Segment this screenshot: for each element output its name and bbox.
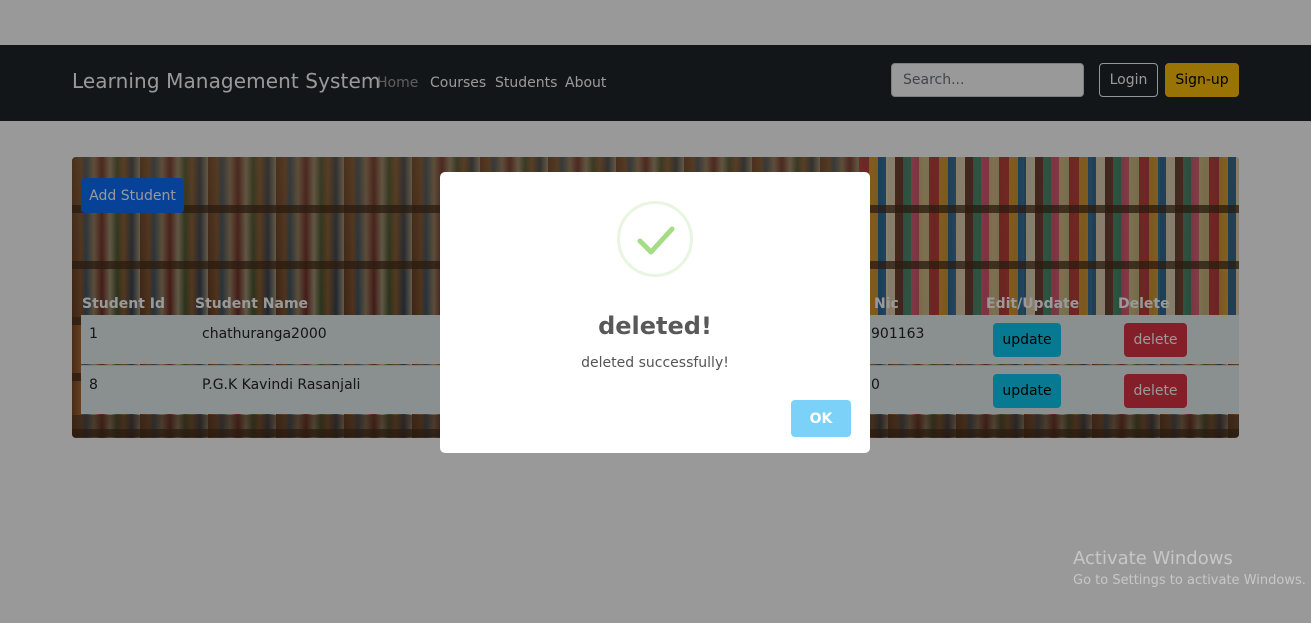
- dialog-message: deleted successfully!: [581, 355, 729, 371]
- success-check-icon: [617, 201, 693, 277]
- watermark-line-2: Go to Settings to activate Windows.: [1073, 573, 1306, 588]
- success-dialog: deleted! deleted successfully! OK: [440, 172, 870, 453]
- watermark-line-1: Activate Windows: [1073, 548, 1233, 569]
- dialog-title: deleted!: [598, 312, 712, 340]
- ok-button[interactable]: OK: [791, 400, 851, 437]
- windows-activation-watermark: Activate Windows Go to Settings to activ…: [1073, 548, 1306, 588]
